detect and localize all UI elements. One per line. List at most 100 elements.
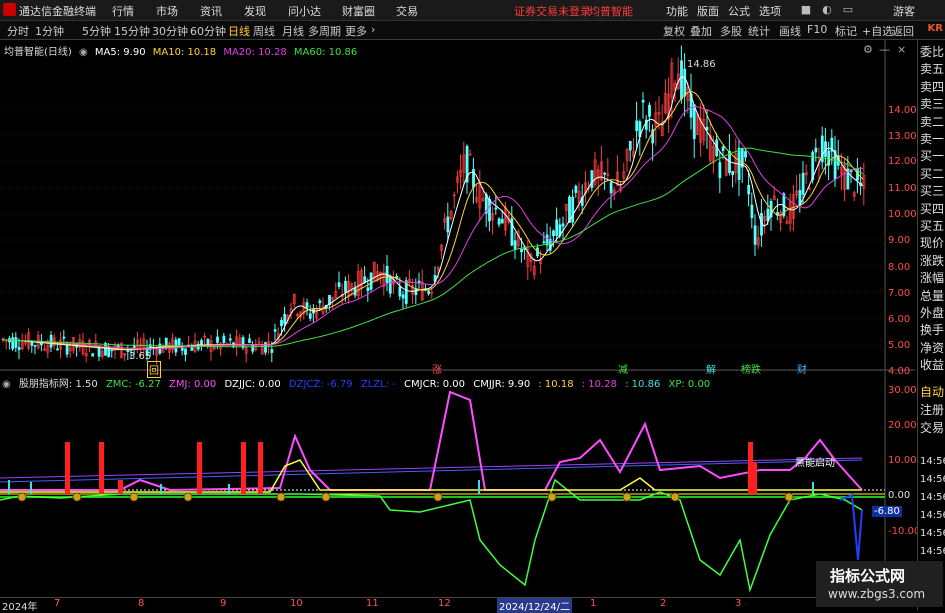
candle-body bbox=[731, 171, 735, 176]
current-value-tag: -6.80 bbox=[872, 506, 902, 517]
ma60-ind-value: : 10.86 bbox=[625, 379, 661, 390]
stats-button[interactable]: 统计 bbox=[748, 23, 770, 39]
event-badge[interactable]: 涨 bbox=[431, 361, 443, 376]
adjust-button[interactable]: 复权 bbox=[663, 23, 685, 39]
candle-body bbox=[318, 300, 322, 304]
period-tab-minute[interactable]: 分时 bbox=[7, 23, 29, 39]
candle-body bbox=[190, 346, 194, 351]
side-field-label: 卖三 bbox=[920, 97, 945, 112]
period-tab-30min[interactable]: 30分钟 bbox=[152, 23, 188, 39]
candle-body bbox=[228, 338, 232, 341]
menu-news[interactable]: 资讯 bbox=[200, 3, 222, 19]
candle-body bbox=[401, 294, 405, 299]
candle-body bbox=[388, 275, 392, 294]
money-bag-marker bbox=[321, 492, 331, 502]
event-badge[interactable]: 榜跌 bbox=[740, 361, 762, 376]
mark-button[interactable]: 标记 bbox=[835, 23, 857, 39]
minimize-icon[interactable]: — bbox=[879, 43, 890, 56]
candle-body bbox=[497, 218, 501, 225]
signal-bar bbox=[258, 442, 263, 494]
side-time: 14:56 bbox=[920, 474, 945, 485]
chevron-right-icon[interactable]: › bbox=[371, 23, 375, 36]
close-icon[interactable]: × bbox=[897, 43, 906, 56]
menu-function[interactable]: 功能 bbox=[666, 3, 688, 19]
menu-quotes[interactable]: 行情 bbox=[112, 3, 134, 19]
candle-body bbox=[177, 338, 181, 345]
candle-body bbox=[718, 162, 722, 179]
period-tab-monthly[interactable]: 月线 bbox=[282, 23, 304, 39]
candle-body bbox=[200, 340, 203, 346]
period-tab-more[interactable]: 更多 bbox=[345, 23, 367, 39]
kline-chart[interactable] bbox=[0, 40, 915, 597]
side-trade[interactable]: 交易 bbox=[920, 422, 944, 434]
back-button[interactable]: 返回 bbox=[892, 23, 914, 39]
candle-body bbox=[337, 282, 341, 287]
watermark-url: www.zbgs3.com bbox=[828, 587, 926, 601]
period-tab-multi[interactable]: 多周期 bbox=[308, 23, 341, 39]
candle-body bbox=[62, 336, 66, 339]
event-badge[interactable]: 财 bbox=[796, 361, 808, 376]
money-bag-marker bbox=[276, 492, 286, 502]
candle-body bbox=[542, 241, 546, 244]
settings-icon[interactable]: ◉ bbox=[79, 47, 88, 58]
candle-body bbox=[91, 353, 95, 357]
menu-market[interactable]: 市场 bbox=[156, 3, 178, 19]
side-field-label: 现价 bbox=[920, 236, 945, 251]
indicator-name[interactable]: 股朋指标网 bbox=[19, 379, 69, 390]
side-register[interactable]: 注册 bbox=[920, 404, 944, 416]
ma10-ind-value: : 10.18 bbox=[538, 379, 574, 390]
menu-trade[interactable]: 交易 bbox=[396, 3, 418, 19]
candle-body bbox=[628, 140, 632, 151]
f10-button[interactable]: F10 bbox=[807, 23, 827, 36]
side-time: 14:56 bbox=[920, 546, 945, 557]
ma5-line bbox=[1, 76, 864, 351]
candle-body bbox=[609, 182, 613, 194]
settings-icon[interactable]: ◉ bbox=[2, 379, 11, 390]
app-logo-icon bbox=[3, 3, 16, 16]
event-badge[interactable]: 减 bbox=[617, 361, 629, 376]
skin-icon[interactable]: ◐ bbox=[818, 3, 836, 17]
gear-icon[interactable]: ⚙ bbox=[863, 43, 873, 56]
add-watchlist-button[interactable]: +自选 bbox=[862, 23, 893, 39]
side-field-label: 总量 bbox=[920, 288, 945, 303]
zmc-value: ZMC: -6.27 bbox=[105, 379, 161, 390]
menu-ask[interactable]: 问小达 bbox=[288, 3, 321, 19]
cmjcr-value: CMJCR: 0.00 bbox=[404, 379, 466, 390]
menu-discover[interactable]: 发现 bbox=[244, 3, 266, 19]
candle-body bbox=[680, 60, 683, 100]
candle-body bbox=[500, 218, 504, 224]
period-tab-weekly[interactable]: 周线 bbox=[253, 23, 275, 39]
ma60-label: MA60: 10.86 bbox=[293, 47, 358, 58]
multi-stock-button[interactable]: 多股 bbox=[720, 23, 742, 39]
money-bag-marker bbox=[433, 492, 443, 502]
period-tab-5min[interactable]: 5分钟 bbox=[82, 23, 111, 39]
event-badge[interactable]: 解 bbox=[705, 361, 717, 376]
period-tab-60min[interactable]: 60分钟 bbox=[190, 23, 226, 39]
watermark: 指标公式网 www.zbgs3.com bbox=[816, 561, 943, 607]
menu-formula[interactable]: 公式 bbox=[728, 3, 750, 19]
candle-body bbox=[801, 172, 805, 195]
quote-side-panel: 委比 卖五 卖四 卖三 卖二 卖一 买一 买二 买三 买四 买五 现价 涨跌 涨幅 总量 外盘 换手 净资 收益 自… bbox=[917, 40, 945, 610]
candle-body bbox=[603, 172, 607, 175]
login-notice[interactable]: 证券交易未登录 bbox=[514, 3, 591, 19]
candle-body bbox=[164, 337, 168, 347]
period-tab-daily[interactable]: 日线 bbox=[228, 23, 250, 39]
candle-body bbox=[683, 68, 687, 97]
menu-layout[interactable]: 版面 bbox=[697, 3, 719, 19]
overlay-button[interactable]: 叠加 bbox=[690, 23, 712, 39]
menu-options[interactable]: 选项 bbox=[759, 3, 781, 19]
candle-body bbox=[494, 207, 498, 210]
restore-icon[interactable]: ▭ bbox=[839, 3, 857, 17]
candle-body bbox=[270, 349, 274, 353]
period-tab-1min[interactable]: 1分钟 bbox=[35, 23, 64, 39]
draw-button[interactable]: 画线 bbox=[779, 23, 801, 39]
signal-bar bbox=[99, 442, 104, 494]
signal-bar bbox=[197, 442, 202, 494]
guest-label[interactable]: 游客 bbox=[893, 3, 915, 19]
side-auto[interactable]: 自动 bbox=[920, 386, 944, 398]
candle-body bbox=[222, 335, 226, 344]
user-icon[interactable]: ■ bbox=[797, 3, 815, 17]
menu-wealth[interactable]: 财富圈 bbox=[342, 3, 375, 19]
period-tab-15min[interactable]: 15分钟 bbox=[114, 23, 150, 39]
zmj-value: ZMJ: 0.00 bbox=[169, 379, 217, 390]
